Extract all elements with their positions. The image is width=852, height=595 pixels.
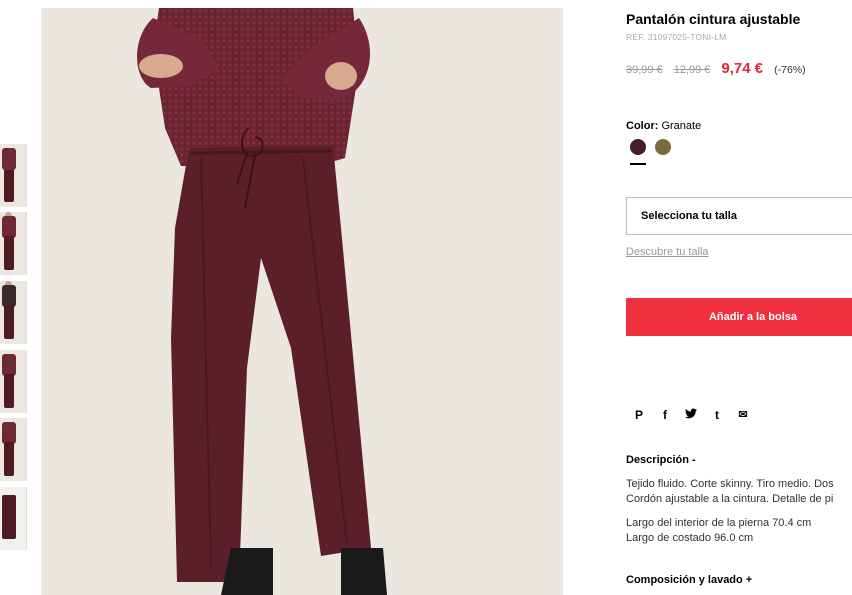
thumbnail-3[interactable] (0, 281, 27, 344)
color-value: Granate (661, 120, 702, 132)
thumbnail-6[interactable] (0, 487, 27, 550)
pinterest-icon[interactable]: P (626, 408, 652, 422)
size-guide-link[interactable]: Descubre tu talla (626, 246, 709, 258)
thumbnail-1[interactable] (0, 144, 27, 207)
description-line-4: Largo de costado 96.0 cm (626, 532, 754, 544)
description-line-1: Tejido fluido. Corte skinny. Tiro medio.… (626, 478, 834, 490)
previous-sale-price: 12,99 € (673, 64, 711, 76)
product-title: Pantalón cintura ajustable (626, 11, 801, 27)
description-line-2: Cordón ajustable a la cintura. Detalle d… (626, 493, 834, 505)
product-image (41, 8, 563, 595)
price-row: 39,99 € 12,99 € 9,74 € (-76%) (626, 60, 806, 77)
composition-toggle[interactable]: Composición y lavado + (626, 574, 752, 586)
current-price: 9,74 € (721, 60, 764, 77)
add-to-bag-label: Añadir a la bolsa (708, 311, 798, 323)
product-info-panel: Pantalón cintura ajustable REF. 31097025… (626, 0, 852, 595)
facebook-icon[interactable]: f (652, 408, 678, 422)
description-toggle[interactable]: Descripción - (626, 454, 696, 466)
thumbnail-2[interactable] (0, 212, 27, 275)
discount-badge: (-76%) (774, 64, 806, 76)
thumbnail-5[interactable] (0, 418, 27, 481)
original-price: 39,99 € (626, 64, 663, 76)
size-select-label: Selecciona tu talla (641, 210, 737, 222)
color-swatch-kaki[interactable] (655, 139, 671, 155)
product-reference: REF. 31097025-TONI-LM (626, 32, 727, 42)
color-label-row: Color: Granate (626, 120, 701, 132)
twitter-bird-glyph (685, 408, 697, 419)
twitter-icon[interactable] (678, 408, 704, 422)
selected-swatch-indicator (630, 163, 646, 165)
thumbnail-4[interactable] (0, 350, 27, 413)
tumblr-icon[interactable]: t (704, 408, 730, 422)
color-swatch-granate[interactable] (630, 139, 646, 155)
share-icons: P f t ✉ (626, 408, 756, 422)
email-icon[interactable]: ✉ (730, 408, 756, 422)
product-photo-illustration (41, 8, 563, 595)
size-select[interactable]: Selecciona tu talla (626, 197, 852, 235)
color-label: Color: (626, 120, 659, 132)
description-line-3: Largo del interior de la pierna 70.4 cm (626, 517, 812, 529)
add-to-bag-button[interactable]: Añadir a la bolsa (626, 298, 852, 336)
